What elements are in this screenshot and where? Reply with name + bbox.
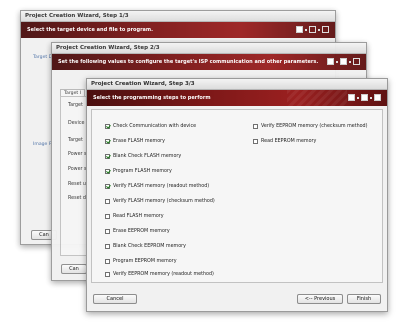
step-label: Verify EEPROM memory (readout method): [113, 272, 214, 277]
banner-logo-watermark: [287, 90, 347, 106]
banner-text: Select the target device and file to pro…: [27, 27, 154, 33]
checkbox[interactable]: [105, 244, 110, 249]
checkbox[interactable]: [105, 214, 110, 219]
step-indicator: [327, 58, 360, 65]
step-square-icon: [353, 58, 360, 65]
step-label: Verify EEPROM memory (checksum method): [261, 124, 368, 129]
step-label: Erase FLASH memory: [113, 139, 165, 144]
field-label: Power s: [68, 167, 87, 172]
window-title: Project Creation Wizard, Step 3/3: [87, 79, 387, 90]
step-read-eeprom[interactable]: Read EEPROM memory: [253, 139, 316, 144]
step-label: Program EEPROM memory: [113, 259, 177, 264]
step-square-icon: [374, 94, 381, 101]
checkbox[interactable]: [105, 272, 110, 277]
step-label: Verify FLASH memory (readout method): [113, 184, 210, 189]
finish-button[interactable]: Finish: [347, 294, 381, 304]
cancel-button[interactable]: Can: [61, 264, 87, 274]
checkbox[interactable]: [105, 184, 110, 189]
banner-text: Select the programming steps to perform: [93, 95, 211, 101]
step-blank-check-flash[interactable]: Blank Check FLASH memory: [105, 154, 181, 159]
wizard-window-step3: Project Creation Wizard, Step 3/3 Select…: [86, 78, 388, 312]
previous-button[interactable]: <-- Previous: [297, 294, 343, 304]
step-square-icon: [340, 58, 347, 65]
checkbox[interactable]: [253, 139, 258, 144]
step-verify-eeprom-readout[interactable]: Verify EEPROM memory (readout method): [105, 272, 214, 277]
target-device-label: Target D: [33, 55, 53, 60]
window-title: Project Creation Wizard, Step 1/3: [21, 11, 335, 22]
field-label: Target: [68, 138, 83, 143]
checkbox[interactable]: [105, 229, 110, 234]
step-blank-check-eeprom[interactable]: Blank Check EEPROM memory: [105, 244, 186, 249]
field-label: Reset u: [68, 182, 86, 187]
step-label: Program FLASH memory: [113, 169, 172, 174]
step-read-flash[interactable]: Read FLASH memory: [105, 214, 164, 219]
step-label: Erase EEPROM memory: [113, 229, 170, 234]
step-square-icon: [361, 94, 368, 101]
step-label: Read EEPROM memory: [261, 139, 317, 144]
step-label: Blank Check EEPROM memory: [113, 244, 186, 249]
checkbox[interactable]: [105, 169, 110, 174]
step-program-flash[interactable]: Program FLASH memory: [105, 169, 172, 174]
step-verify-flash-readout[interactable]: Verify FLASH memory (readout method): [105, 184, 209, 189]
step-square-icon: [322, 26, 329, 33]
checkbox[interactable]: [105, 259, 110, 264]
image-file-label: Image Fi: [33, 142, 53, 147]
field-label: Reset d: [68, 196, 86, 201]
step-banner: Set the following values to configure th…: [52, 54, 366, 70]
step-verify-flash-checksum[interactable]: Verify FLASH memory (checksum method): [105, 199, 215, 204]
step-label: Verify FLASH memory (checksum method): [113, 199, 215, 204]
step-banner: Select the programming steps to perform: [87, 90, 387, 106]
programming-steps-panel: [91, 109, 383, 283]
step-banner: Select the target device and file to pro…: [21, 22, 335, 38]
step-verify-eeprom-checksum[interactable]: Verify EEPROM memory (checksum method): [253, 124, 367, 129]
field-label: Device: [68, 121, 85, 126]
field-label: Target: [68, 103, 83, 108]
step-square-icon: [296, 26, 303, 33]
step-erase-eeprom[interactable]: Erase EEPROM memory: [105, 229, 170, 234]
step-square-icon: [327, 58, 334, 65]
step-indicator: [348, 94, 381, 101]
cancel-button[interactable]: Cancel: [93, 294, 137, 304]
window-title: Project Creation Wizard, Step 2/3: [52, 43, 366, 54]
checkbox[interactable]: [105, 139, 110, 144]
checkbox[interactable]: [105, 199, 110, 204]
step-indicator: [296, 26, 329, 33]
step-label: Check Communication with device: [113, 124, 197, 129]
checkbox[interactable]: [105, 154, 110, 159]
step-erase-flash[interactable]: Erase FLASH memory: [105, 139, 165, 144]
banner-text: Set the following values to configure th…: [58, 59, 319, 65]
step-label: Read FLASH memory: [113, 214, 164, 219]
checkbox[interactable]: [253, 124, 258, 129]
step-program-eeprom[interactable]: Program EEPROM memory: [105, 259, 177, 264]
checkbox[interactable]: [105, 124, 110, 129]
step-label: Blank Check FLASH memory: [113, 154, 182, 159]
step-square-icon: [309, 26, 316, 33]
field-label: Power s: [68, 152, 87, 157]
step-check-communication[interactable]: Check Communication with device: [105, 124, 196, 129]
step-square-icon: [348, 94, 355, 101]
